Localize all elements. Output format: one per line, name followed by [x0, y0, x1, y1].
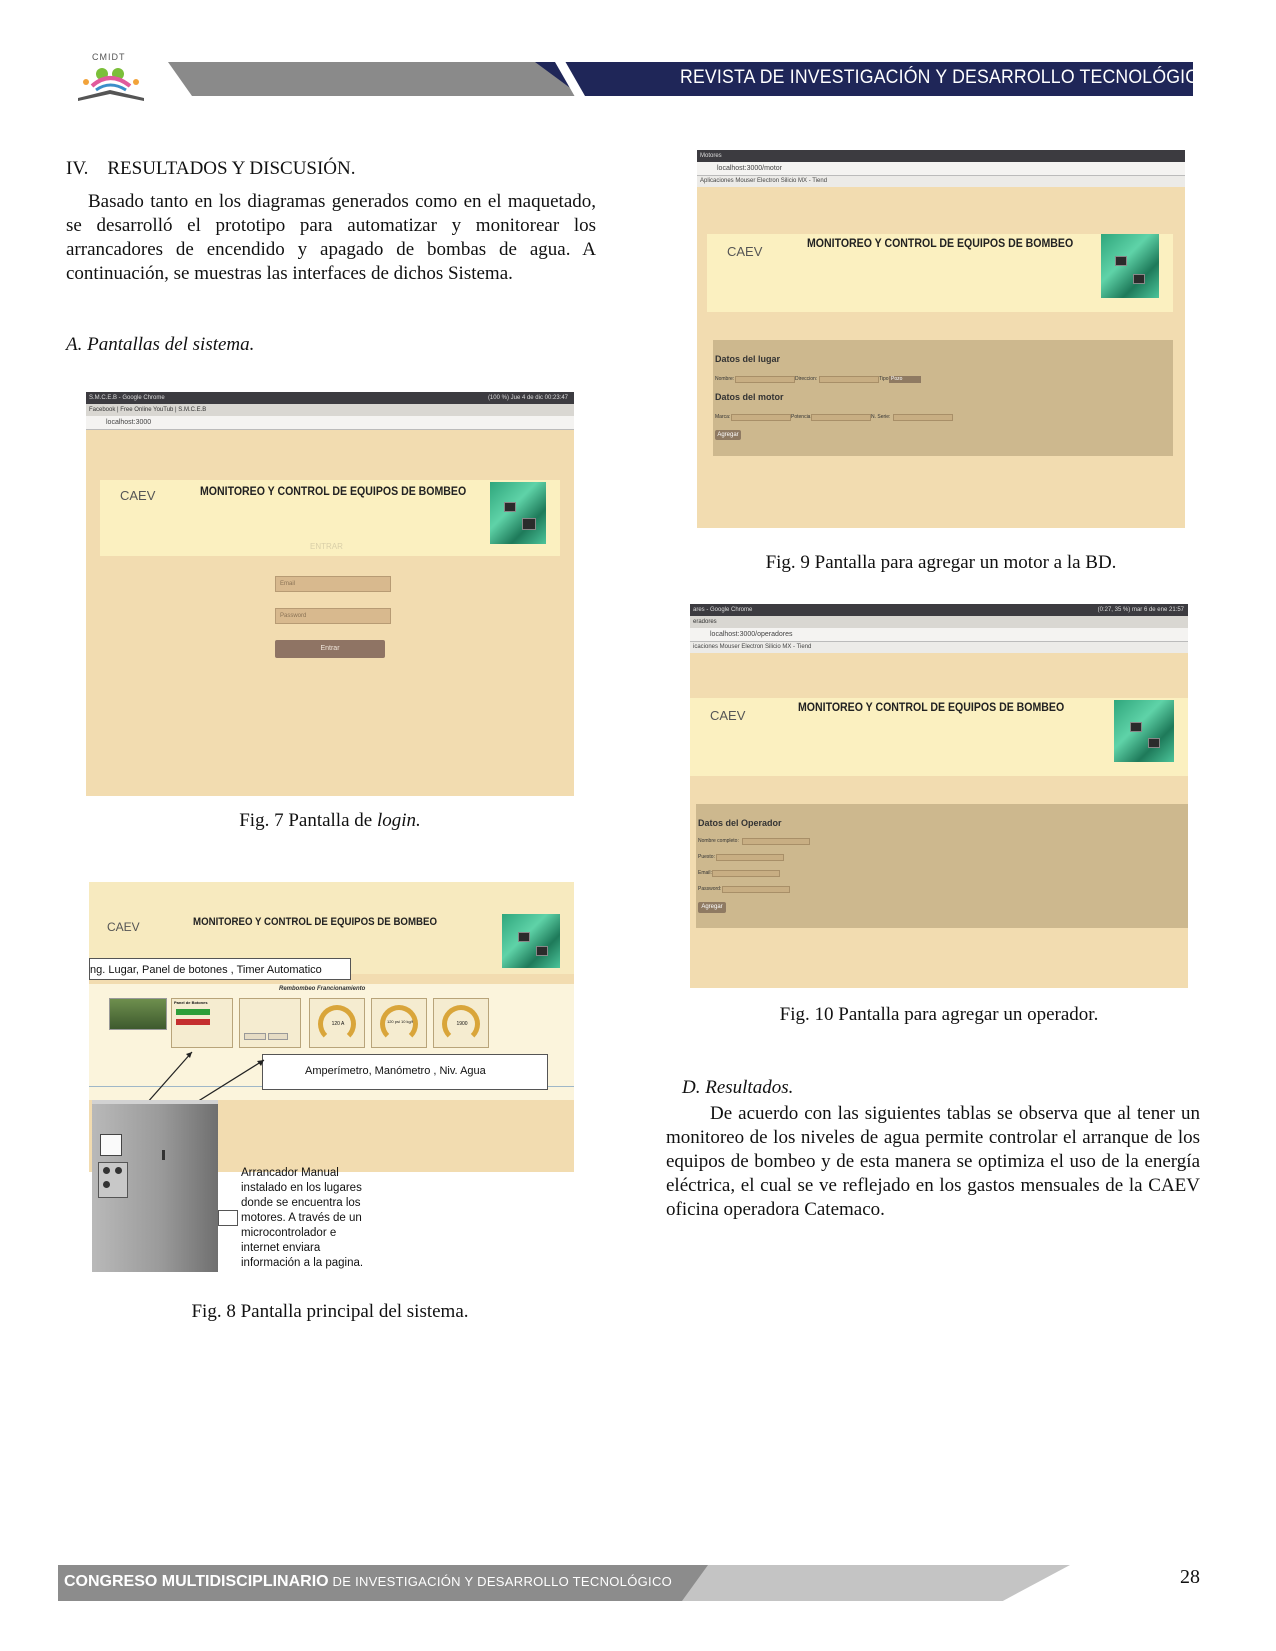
fig7-status: (100 %) Jue 4 de dic 00:23:47: [487, 395, 568, 401]
fig9-name-input[interactable]: [735, 376, 795, 383]
fig7-login-screenshot: S.M.C.E.B - Google Chrome (100 %) Jue 4 …: [86, 392, 574, 796]
fig10-caption: Fig. 10 Pantalla para agregar un operado…: [779, 1004, 1099, 1025]
fig8-banner-title: MONITOREO Y CONTROL DE EQUIPOS DE BOMBEO: [193, 916, 438, 928]
fig7-tabs[interactable]: Facebook | Free Online YouTub | S.M.C.E.…: [86, 404, 574, 416]
fig9-motor-screenshot: Motores localhost:3000/motor Aplicacione…: [697, 150, 1185, 528]
fig10-address-bar[interactable]: localhost:3000/operadores: [690, 628, 1188, 642]
fig10-bookmarks[interactable]: icaciones Mouser Electron Silicio MX - T…: [690, 642, 1188, 653]
fig9-address-input[interactable]: [819, 376, 879, 383]
fig7-caption: Fig. 7 Pantalla de login.: [86, 810, 574, 832]
fig8-gauge-1-value: 120 A: [331, 1021, 345, 1027]
fig7-banner-title: MONITOREO Y CONTROL DE EQUIPOS DE BOMBEO: [200, 484, 467, 498]
footer-light-band: [650, 1565, 1070, 1601]
fig9-place-heading: Datos del lugar: [715, 354, 781, 364]
fig7-banner: CAEV MONITOREO Y CONTROL DE EQUIPOS DE B…: [100, 480, 560, 556]
fig8-manometer-gauge: 120 psi 10 kg/f: [371, 998, 427, 1048]
page-number: 28: [1180, 1566, 1200, 1588]
fig8-on-indicator: [176, 1009, 210, 1015]
fig10-status: (0:27, 35 %) mar 6 de ene 21:57: [1097, 607, 1184, 613]
fig10-add-button[interactable]: Agregar: [698, 902, 726, 913]
fig7-window-title: S.M.C.E.B - Google Chrome: [89, 395, 165, 401]
fig10-email-label: Email:: [698, 870, 712, 876]
fig8-callout-mid-text: Amperímetro, Manómetro , Niv. Agua: [305, 1065, 486, 1077]
fig9-motor-heading: Datos del motor: [715, 392, 784, 402]
fig7-email-input[interactable]: Email: [275, 576, 391, 592]
fig9-add-button[interactable]: Agregar: [715, 430, 741, 440]
fig9-address-bar[interactable]: localhost:3000/motor: [697, 162, 1185, 176]
fig8-water-level-gauge: 1900: [433, 998, 489, 1048]
fig9-tab[interactable]: Motores: [700, 153, 722, 159]
fig9-power-label: Potencia:: [791, 414, 812, 420]
fig8-gauge-3-value: 1900: [456, 1021, 468, 1027]
fig10-fullname-input[interactable]: [742, 838, 810, 845]
fig7-caev-logo: CAEV: [120, 488, 156, 503]
section-heading: IV. RESULTADOS Y DISCUSIÓN.: [66, 158, 356, 179]
fig9-caev-logo: CAEV: [727, 244, 763, 259]
fig10-tab[interactable]: eradores: [693, 619, 717, 625]
fig8-caev-logo: CAEV: [107, 920, 140, 934]
fig7-titlebar: S.M.C.E.B - Google Chrome (100 %) Jue 4 …: [86, 392, 574, 404]
fig10-operator-screenshot: ares - Google Chrome (0:27, 35 %) mar 6 …: [690, 604, 1188, 988]
fig10-tabs[interactable]: eradores: [690, 616, 1188, 628]
fig9-bookmarks[interactable]: Aplicaciones Mouser Electron Silicio MX …: [697, 176, 1185, 187]
fig10-email-input[interactable]: [712, 870, 780, 877]
fig9-name-label: Nombre:: [715, 376, 735, 382]
fig9-brand-label: Marca:: [715, 414, 731, 420]
fig9-type-select[interactable]: Pozo: [889, 376, 921, 383]
fig7-enter-button[interactable]: Entrar: [275, 640, 385, 658]
fig10-password-label: Password:: [698, 886, 722, 892]
fig8-button-panel-title: Panel de Botones: [174, 1000, 208, 1005]
fig10-operator-heading: Datos del Operador: [698, 818, 782, 828]
fig7-password-input[interactable]: Password: [275, 608, 391, 624]
results-heading: D. Resultados.: [682, 1077, 794, 1098]
fig7-caption-text: Fig. 7 Pantalla de: [239, 810, 377, 831]
fig10-window-title: ares - Google Chrome: [693, 607, 753, 613]
fig7-address-bar[interactable]: localhost:3000: [86, 416, 574, 430]
fig10-titlebar: ares - Google Chrome (0:27, 35 %) mar 6 …: [690, 604, 1188, 616]
fig9-caption: Fig. 9 Pantalla para agregar un motor a …: [765, 552, 1117, 573]
fig9-serial-input[interactable]: [893, 414, 953, 421]
fig8-callout-mid: Amperímetro, Manómetro , Niv. Agua: [262, 1054, 548, 1090]
fig7-enter-heading: ENTRAR: [310, 542, 343, 551]
fig10-position-label: Puesto:: [698, 854, 715, 860]
fig10-circuit-image: [1114, 700, 1174, 762]
journal-title: REVISTA DE INVESTIGACIÓN Y DESARROLLO TE…: [680, 67, 1213, 88]
fig7-caption-italic: login.: [376, 810, 421, 831]
fig10-password-input[interactable]: [722, 886, 790, 893]
footer-bold-text: CONGRESO MULTIDISCIPLINARIO: [64, 1573, 329, 1590]
fig10-position-input[interactable]: [716, 854, 784, 861]
fig9-brand-input[interactable]: [731, 414, 791, 421]
fig8-caption: Fig. 8 Pantalla principal del sistema.: [191, 1301, 469, 1322]
subsection-heading: A. Pantallas del sistema.: [66, 334, 255, 355]
fig9-tabs[interactable]: Motores: [697, 150, 1185, 162]
fig9-serial-label: N. Serie:: [871, 414, 891, 420]
fig8-connector-box: [218, 1210, 238, 1226]
results-paragraph: De acuerdo con las siguientes tablas se …: [666, 1103, 1200, 1220]
section-paragraph: Basado tanto en los diagramas generados …: [66, 191, 596, 284]
fig10-caev-logo: CAEV: [710, 708, 746, 723]
fig8-circuit-image: [502, 914, 560, 968]
logo-text: CMIDT: [92, 52, 126, 62]
fig8-panel-heading: Rembombeo Francionamiento: [279, 986, 366, 992]
fig8-starter-cabinet-photo: [92, 1100, 218, 1272]
fig9-banner: CAEV MONITOREO Y CONTROL DE EQUIPOS DE B…: [707, 234, 1173, 312]
fig10-fullname-label: Nombre completo:: [698, 838, 739, 844]
fig9-address-label: Direccion:: [795, 376, 818, 382]
fig10-form-panel: Datos del Operador Nombre completo: Pues…: [696, 804, 1188, 928]
fig10-banner: CAEV MONITOREO Y CONTROL DE EQUIPOS DE B…: [690, 698, 1188, 776]
fig8-callout-top: ng. Lugar, Panel de botones , Timer Auto…: [89, 958, 351, 980]
fig10-banner-title: MONITOREO Y CONTROL DE EQUIPOS DE BOMBEO: [798, 700, 1065, 714]
fig9-banner-title: MONITOREO Y CONTROL DE EQUIPOS DE BOMBEO: [807, 236, 1074, 250]
fig8-callout-bottom: Arrancador Manual instalado en los lugar…: [241, 1167, 364, 1269]
fig8-callout-top-text: ng. Lugar, Panel de botones , Timer Auto…: [90, 964, 322, 976]
footer-congress-title: CONGRESO MULTIDISCIPLINARIO DE INVESTIGA…: [64, 1573, 672, 1591]
fig8-gauge-2-value: 120 psi 10 kg/f: [386, 1019, 414, 1024]
fig7-circuit-image: [490, 482, 546, 544]
fig9-power-input[interactable]: [811, 414, 871, 421]
fig8-ammeter-gauge: 120 A: [309, 998, 365, 1048]
fig9-form-panel: Datos del lugar Nombre: Direccion: Tipo:…: [713, 340, 1173, 456]
footer-rest-text: DE INVESTIGACIÓN Y DESARROLLO TECNOLÓGIC…: [328, 1574, 673, 1589]
fig9-circuit-image: [1101, 234, 1159, 298]
